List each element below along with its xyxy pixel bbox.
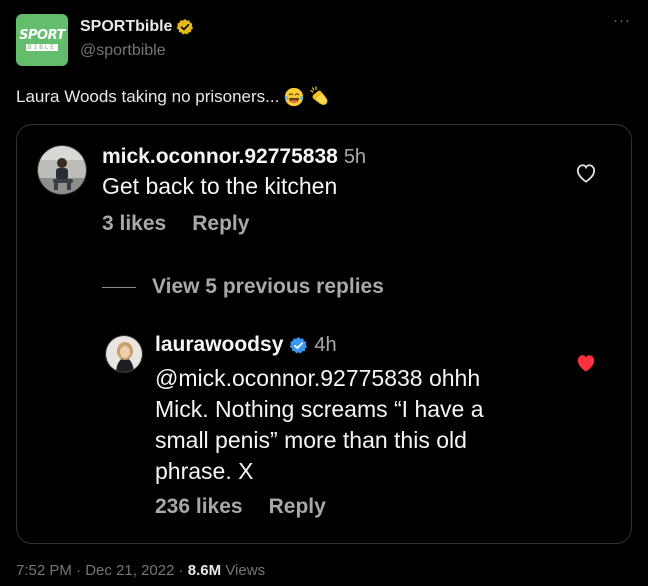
more-icon[interactable]: ··· — [612, 13, 632, 34]
clapping-hands-emoji — [310, 86, 328, 106]
comment-mick: mick.oconnor.92775838 5h Get back to the … — [102, 145, 366, 236]
comment-likes[interactable]: 236 likes — [155, 495, 243, 519]
meta-separator: · — [178, 562, 184, 579]
comment-body: Get back to the kitchen — [102, 173, 338, 199]
tweet-page: SPORT BIBLE SPORTbible @sportbible ··· L… — [0, 0, 648, 586]
replies-divider — [102, 286, 136, 288]
author-info: SPORTbible @sportbible — [80, 16, 194, 60]
comment-username[interactable]: mick.oconnor.92775838 — [102, 145, 338, 168]
comment-username[interactable]: laurawoodsy — [155, 333, 283, 357]
comment-time: 5h — [343, 146, 367, 168]
comment-body-line: @mick.oconnor.92775838 ohhh — [155, 365, 481, 391]
laura-avatar-photo — [106, 336, 142, 372]
logo-bottom-text: BIBLE — [25, 44, 59, 51]
views-label: Views — [225, 562, 266, 579]
meta-separator: · — [76, 562, 82, 579]
comment-reply-button[interactable]: Reply — [192, 212, 249, 236]
blue-verified-badge-icon — [289, 336, 308, 353]
comment-body-line: Mick. Nothing screams “I have a — [155, 396, 484, 422]
display-name[interactable]: SPORTbible — [80, 18, 172, 36]
tweet-time[interactable]: 7:52 PM — [16, 562, 72, 579]
face-with-tears-of-joy-emoji — [285, 87, 304, 107]
view-replies-label[interactable]: View 5 previous replies — [152, 275, 384, 299]
handle[interactable]: @sportbible — [80, 42, 194, 60]
comment-body-line: phrase. X — [155, 458, 254, 484]
sportbible-avatar[interactable]: SPORT BIBLE — [16, 14, 68, 66]
comment-likes[interactable]: 3 likes — [102, 212, 166, 236]
mick-avatar — [37, 145, 87, 195]
views-count[interactable]: 8.6M — [188, 562, 221, 579]
comment-actions: 236 likes Reply — [155, 495, 585, 519]
comment-time: 4h — [314, 333, 337, 356]
tweet-text: Laura Woods taking no prisoners... — [16, 86, 331, 108]
logo-top-text: SPORT — [19, 28, 65, 43]
tweet-header: SPORT BIBLE SPORTbible @sportbible ··· — [16, 13, 632, 68]
heart-filled-icon[interactable] — [575, 353, 597, 373]
tweet-meta: 7:52 PM · Dec 21, 2022 · 8.6M Views — [16, 562, 265, 579]
comment-body: @mick.oconnor.92775838 ohhh Mick. Nothin… — [155, 363, 585, 487]
view-previous-replies[interactable]: View 5 previous replies — [102, 275, 384, 299]
comment-laura: laurawoodsy 4h @mick.oconnor.92775838 oh… — [155, 333, 585, 519]
display-name-row: SPORTbible — [80, 16, 194, 38]
comment-body-line: small penis” more than this old — [155, 427, 467, 453]
comment-actions: 3 likes Reply — [102, 212, 366, 236]
comment-header: laurawoodsy 4h — [155, 333, 585, 357]
mick-avatar-photo — [38, 146, 86, 194]
tweet-date[interactable]: Dec 21, 2022 — [85, 562, 174, 579]
comment-header: mick.oconnor.92775838 5h — [102, 145, 366, 169]
heart-outline-icon[interactable] — [575, 163, 597, 183]
comment-screenshot[interactable]: mick.oconnor.92775838 5h Get back to the … — [16, 124, 632, 544]
tweet-text-content: Laura Woods taking no prisoners... — [16, 87, 280, 106]
laura-avatar — [105, 335, 143, 373]
comment-reply-button[interactable]: Reply — [269, 495, 326, 519]
gold-verified-badge-icon[interactable] — [176, 18, 194, 36]
